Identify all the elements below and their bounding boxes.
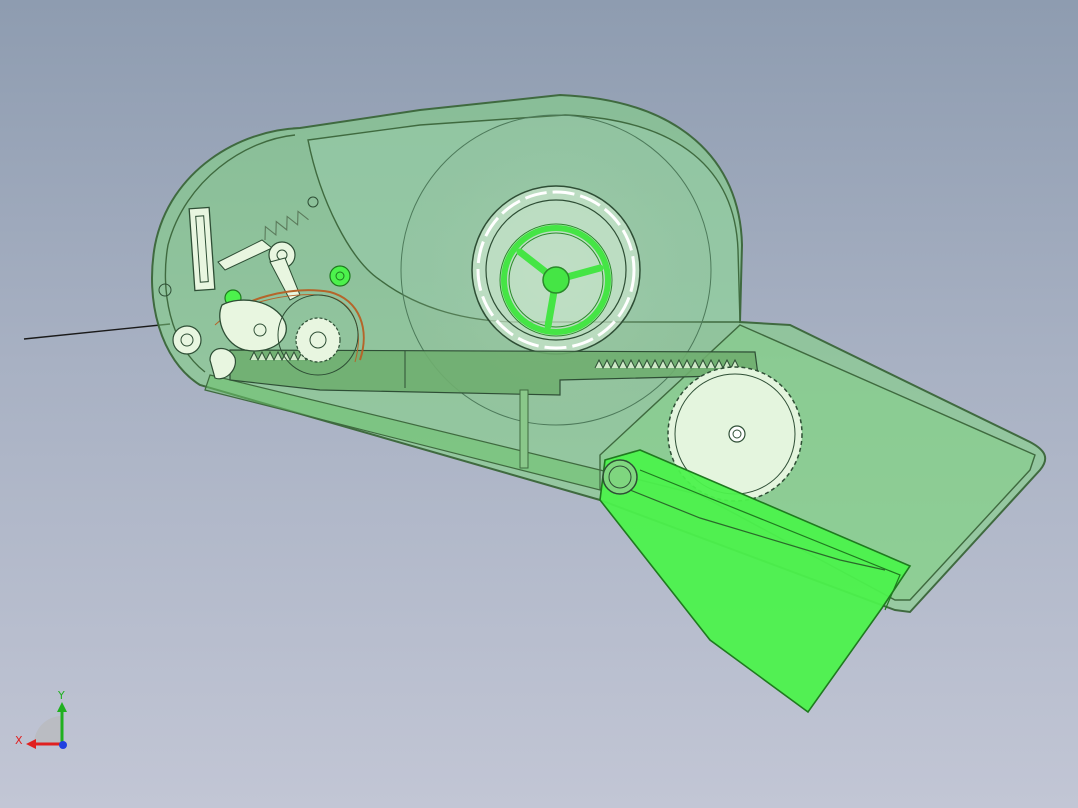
blade-pivot[interactable] [602, 459, 638, 495]
x-axis-arrow [26, 739, 36, 749]
hub-center[interactable] [542, 266, 570, 294]
cad-viewport[interactable]: Y X [0, 0, 1078, 808]
triad-quadrant [34, 716, 62, 744]
y-axis-label: Y [57, 689, 65, 702]
small-gear[interactable] [295, 317, 341, 363]
x-axis-label: X [15, 734, 23, 747]
y-axis-arrow [57, 702, 67, 712]
axis-triad: Y X [15, 689, 67, 749]
support-post [519, 389, 529, 469]
bushing-upper[interactable] [329, 265, 351, 287]
feed-roller[interactable] [172, 325, 202, 355]
drive-gear-axle [728, 425, 746, 443]
z-axis-dot [59, 741, 67, 749]
tape-thread-line [23, 323, 171, 340]
